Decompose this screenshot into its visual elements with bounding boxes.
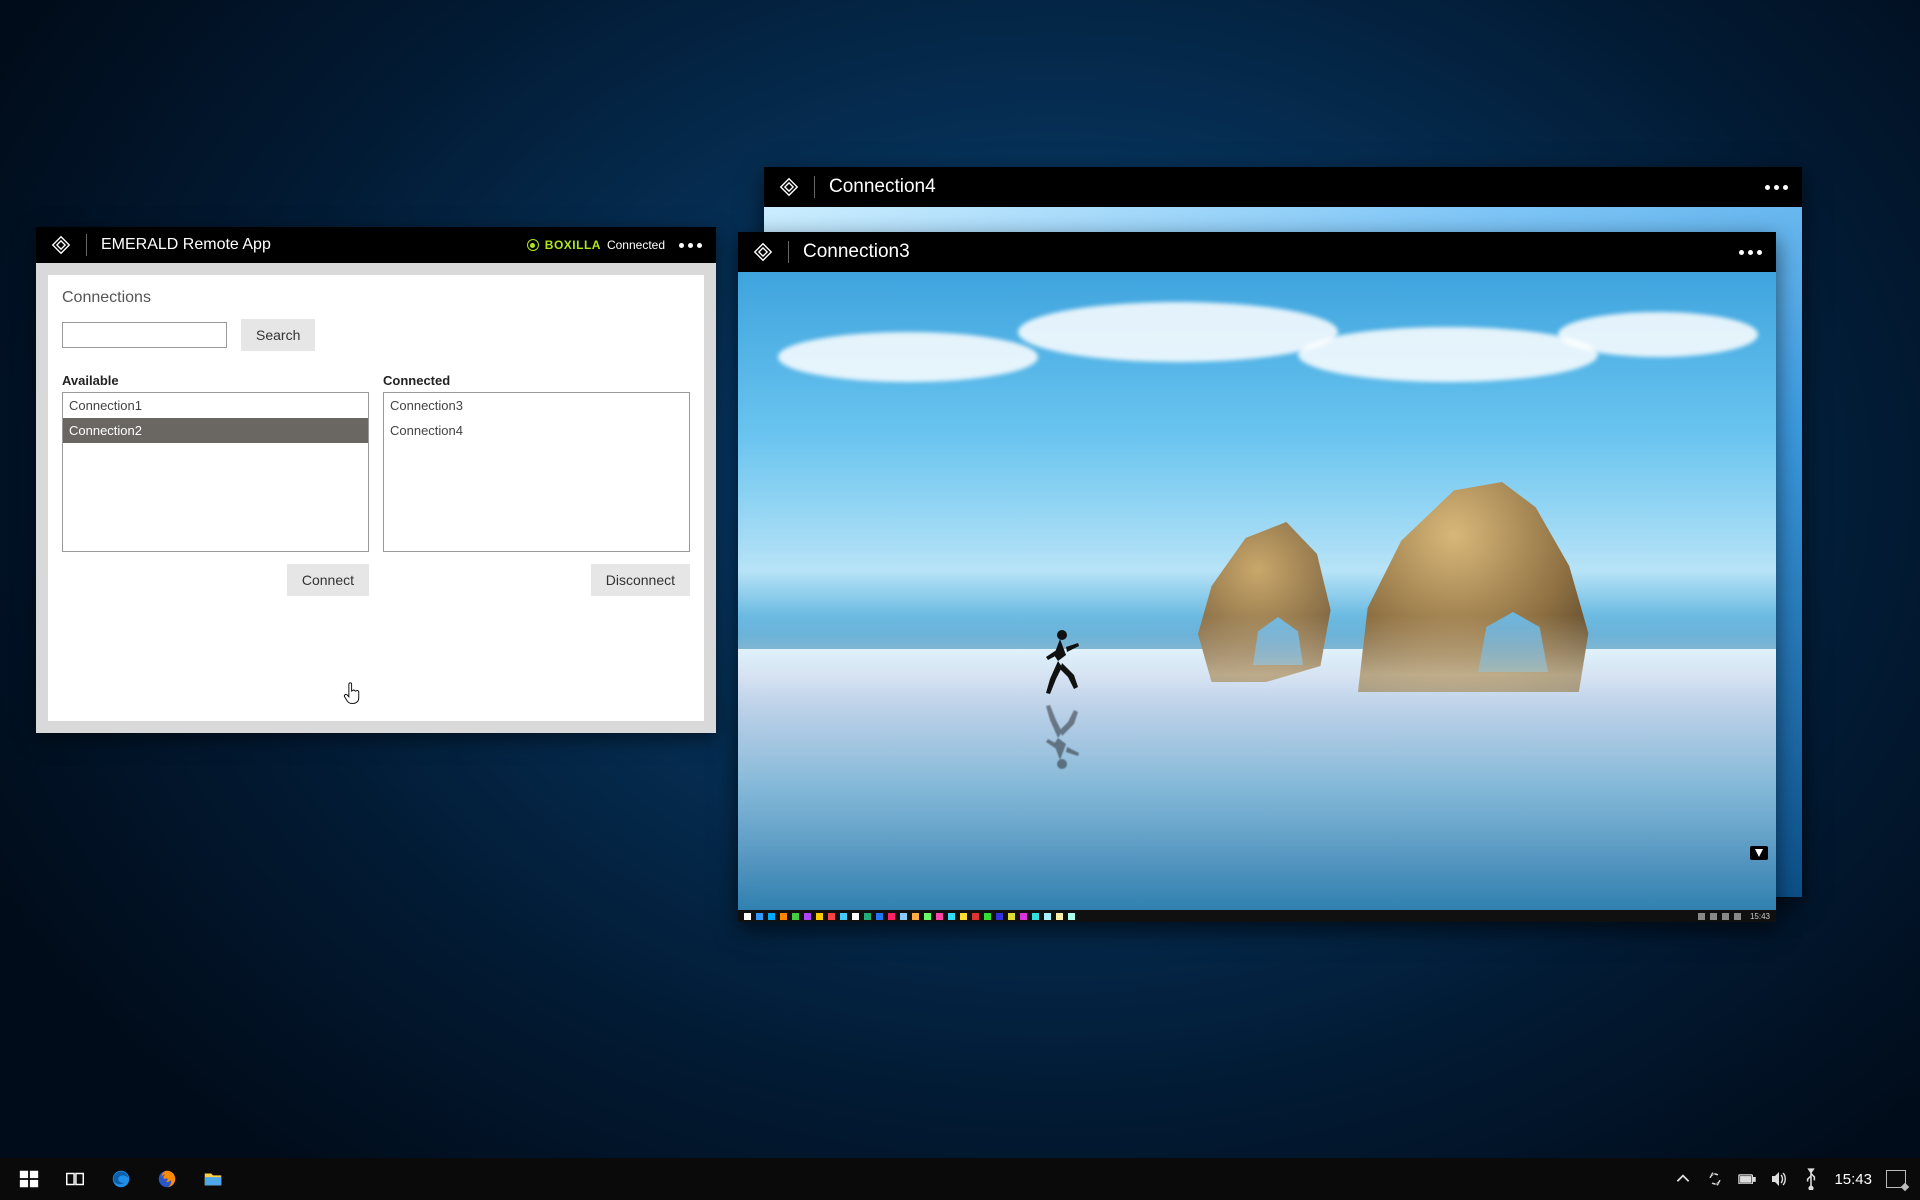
wallpaper-decor <box>738 615 1776 914</box>
available-item[interactable]: Connection1 <box>63 393 368 418</box>
emerald-logo-icon <box>752 241 774 263</box>
tray-sync-icon[interactable] <box>1706 1170 1724 1188</box>
available-label: Available <box>62 373 369 388</box>
remote-app-icon[interactable] <box>864 913 871 920</box>
remote-app-icon[interactable] <box>996 913 1003 920</box>
remote-clock: 15:43 <box>1750 912 1770 921</box>
remote-app-icon[interactable] <box>1020 913 1027 920</box>
tray-usb-icon[interactable] <box>1802 1170 1820 1188</box>
remote-app-icon[interactable] <box>900 913 907 920</box>
app-title: EMERALD Remote App <box>101 236 271 254</box>
remote-app-icon[interactable] <box>1044 913 1051 920</box>
wallpaper-decor <box>1038 702 1082 772</box>
remote-start-icon[interactable] <box>744 913 751 920</box>
remote-app-icon[interactable] <box>888 913 895 920</box>
remote-app-icon[interactable] <box>1032 913 1039 920</box>
remote-app-icon[interactable] <box>768 913 775 920</box>
more-menu-icon[interactable] <box>1765 185 1788 190</box>
remote-tray-icon[interactable] <box>1698 913 1705 920</box>
emerald-body: Connections Search Available Connection1… <box>48 275 704 721</box>
emerald-logo-icon <box>50 234 72 256</box>
connected-item[interactable]: Connection3 <box>384 393 689 418</box>
connected-listbox[interactable]: Connection3Connection4 <box>383 392 690 552</box>
remote-window3-titlebar[interactable]: Connection3 <box>738 232 1776 272</box>
remote-app-icon[interactable] <box>756 913 763 920</box>
disconnect-button[interactable]: Disconnect <box>591 564 690 596</box>
emerald-titlebar[interactable]: EMERALD Remote App BOXILLA Connected <box>36 227 716 263</box>
wallpaper-decor <box>1018 302 1338 362</box>
tray-volume-icon[interactable] <box>1770 1170 1788 1188</box>
divider <box>86 234 87 256</box>
wallpaper-decor <box>1558 312 1758 357</box>
remote-app-icon[interactable] <box>912 913 919 920</box>
search-row: Search <box>62 319 690 351</box>
remote-window3-title: Connection3 <box>803 241 910 263</box>
start-button[interactable] <box>6 1158 52 1200</box>
remote-app-icon[interactable] <box>852 913 859 920</box>
connected-label: Connected <box>383 373 690 388</box>
available-listbox[interactable]: Connection1Connection2 <box>62 392 369 552</box>
edge-browser-icon[interactable] <box>98 1158 144 1200</box>
emerald-logo-icon <box>778 176 800 198</box>
section-title: Connections <box>62 289 690 307</box>
remote-app-icon[interactable] <box>804 913 811 920</box>
remote-app-icon[interactable] <box>936 913 943 920</box>
connected-column: Connected Connection3Connection4 Disconn… <box>383 373 690 596</box>
remote-app-icon[interactable] <box>828 913 835 920</box>
wallpaper-decor <box>778 332 1038 382</box>
remote-app-icon[interactable] <box>876 913 883 920</box>
status-brand: BOXILLA <box>545 238 601 252</box>
more-menu-icon[interactable] <box>1739 250 1762 255</box>
remote-app-icon[interactable] <box>1056 913 1063 920</box>
remote-app-icon[interactable] <box>792 913 799 920</box>
presentation-badge-icon[interactable] <box>1750 846 1768 860</box>
remote-app-icon[interactable] <box>780 913 787 920</box>
emerald-app-window[interactable]: EMERALD Remote App BOXILLA Connected Con… <box>36 227 716 733</box>
remote-window4-titlebar[interactable]: Connection4 <box>764 167 1802 207</box>
remote-app-icon[interactable] <box>1008 913 1015 920</box>
file-explorer-icon[interactable] <box>190 1158 236 1200</box>
divider <box>814 176 815 198</box>
tray-battery-icon[interactable] <box>1738 1170 1756 1188</box>
remote-desktop-view[interactable]: 15:43 <box>738 272 1776 922</box>
remote-taskbar[interactable]: 15:43 <box>738 910 1776 922</box>
remote-tray-icon[interactable] <box>1722 913 1729 920</box>
taskbar-clock[interactable]: 15:43 <box>1834 1171 1872 1188</box>
connect-button[interactable]: Connect <box>287 564 369 596</box>
wallpaper-decor <box>1298 327 1598 382</box>
status-text: Connected <box>607 238 665 252</box>
task-view-button[interactable] <box>52 1158 98 1200</box>
remote-app-icon[interactable] <box>960 913 967 920</box>
remote-app-icon[interactable] <box>1068 913 1075 920</box>
remote-tray-icon[interactable] <box>1710 913 1717 920</box>
host-taskbar[interactable]: 15:43 <box>0 1158 1920 1200</box>
remote-app-icon[interactable] <box>972 913 979 920</box>
remote-app-icon[interactable] <box>984 913 991 920</box>
available-column: Available Connection1Connection2 Connect <box>62 373 369 596</box>
available-item[interactable]: Connection2 <box>63 418 368 443</box>
connection-status: BOXILLA Connected <box>527 238 665 252</box>
remote-window-connection3[interactable]: Connection3 <box>738 232 1776 922</box>
remote-window4-title: Connection4 <box>829 176 936 198</box>
remote-app-icon[interactable] <box>816 913 823 920</box>
remote-app-icon[interactable] <box>924 913 931 920</box>
tray-chevron-up-icon[interactable] <box>1674 1170 1692 1188</box>
action-center-icon[interactable] <box>1886 1170 1906 1188</box>
system-tray[interactable]: 15:43 <box>1674 1170 1914 1188</box>
search-input[interactable] <box>62 322 227 348</box>
firefox-browser-icon[interactable] <box>144 1158 190 1200</box>
more-menu-icon[interactable] <box>679 243 702 248</box>
status-indicator-icon <box>527 239 539 251</box>
wallpaper-decor <box>1038 627 1082 697</box>
remote-app-icon[interactable] <box>840 913 847 920</box>
connected-item[interactable]: Connection4 <box>384 418 689 443</box>
remote-app-icon[interactable] <box>948 913 955 920</box>
remote-tray-icon[interactable] <box>1734 913 1741 920</box>
search-button[interactable]: Search <box>241 319 315 351</box>
divider <box>788 241 789 263</box>
